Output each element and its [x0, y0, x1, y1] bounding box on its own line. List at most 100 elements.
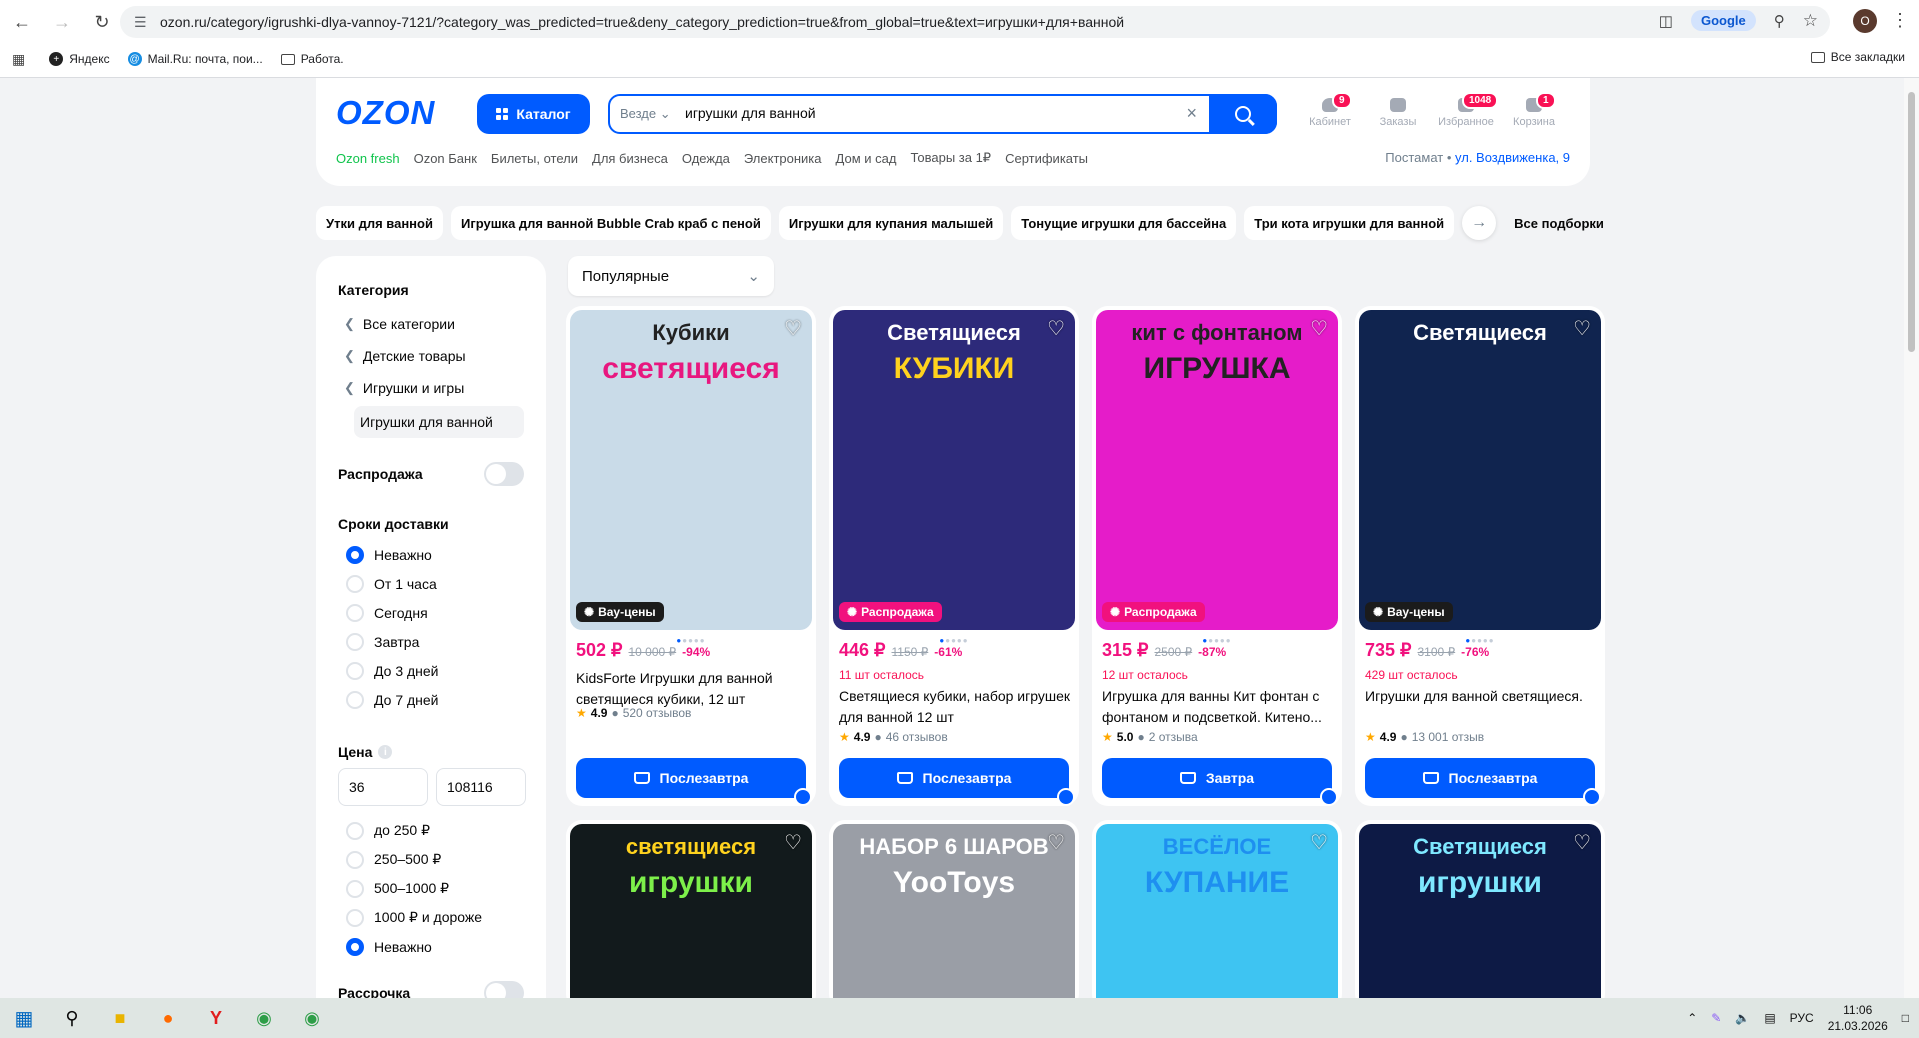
ozon-logo[interactable]: OZON [336, 94, 435, 132]
profile-avatar[interactable]: O [1853, 9, 1877, 33]
product-name[interactable]: KidsForte Игрушки для ванной светящиеся … [576, 668, 808, 710]
subnav-ozon-bank[interactable]: Ozon Банк [414, 151, 477, 166]
category-link[interactable]: ❮ Детские товары [338, 340, 524, 372]
delivery-option[interactable]: Сегодня [338, 598, 524, 627]
product-card[interactable]: Кубики светящиеся ♡ ✺ Вау-цены ●●●●● 502 ₽10 0… [566, 306, 816, 806]
heart-icon[interactable]: ♡ [784, 316, 802, 341]
all-selections-link[interactable]: Все подборки [1504, 206, 1614, 240]
product-image[interactable]: светящиеся игрушки ♡ [570, 824, 812, 1010]
product-image[interactable]: Светящиеся КУБИКИ ♡ ✺ Распродажа [833, 310, 1075, 630]
all-bookmarks[interactable]: Все закладки [1810, 50, 1905, 64]
price-option[interactable]: Неважно [338, 932, 524, 961]
chip[interactable]: Тонущие игрушки для бассейна [1011, 206, 1237, 240]
heart-icon[interactable]: ♡ [1573, 316, 1591, 341]
price-option[interactable]: 250–500 ₽ [338, 845, 524, 874]
price-option[interactable]: 500–1000 ₽ [338, 874, 524, 903]
bookmark-folder-work[interactable]: Работа. [280, 52, 344, 66]
add-to-cart-button[interactable]: Послезавтра [839, 758, 1069, 798]
windows-start-icon[interactable]: ▦ [0, 998, 48, 1038]
bookmark-yandex[interactable]: + Яндекс [49, 52, 110, 66]
product-image[interactable]: Кубики светящиеся ♡ ✺ Вау-цены [570, 310, 812, 630]
forward-icon[interactable]: → [44, 4, 80, 40]
zoom-icon[interactable]: ⚲ [1774, 12, 1785, 30]
delivery-option[interactable]: До 7 дней [338, 685, 524, 714]
bookmark-mailru[interactable]: @ Mail.Ru: почта, пои... [127, 52, 263, 66]
current-category[interactable]: Игрушки для ванной [354, 406, 524, 438]
subnav-goods-1rub[interactable]: Товары за 1₽ [910, 150, 991, 166]
subnav-electronics[interactable]: Электроника [744, 151, 822, 166]
add-to-cart-button[interactable]: Завтра [1102, 758, 1332, 798]
subnav-tickets[interactable]: Билеты, отели [491, 151, 578, 166]
orders-link[interactable]: Заказы [1364, 96, 1432, 128]
page-scrollbar[interactable] [1904, 78, 1919, 1000]
delivery-address[interactable]: Постамат • ул. Воздвиженка, 9 [1385, 150, 1570, 165]
address-bar[interactable]: ☰ ozon.ru/category/igrushki-dlya-vannoy-… [120, 6, 1830, 38]
chip[interactable]: Игрушка для ванной Bubble Crab краб с пе… [450, 206, 771, 240]
heart-icon[interactable]: ♡ [1047, 316, 1065, 341]
search-icon[interactable]: ⚲ [48, 998, 96, 1038]
browser-menu-icon[interactable]: ⋮ [1891, 10, 1909, 31]
volume-icon[interactable]: 🔈 [1735, 1011, 1750, 1025]
firefox-icon[interactable]: ● [144, 998, 192, 1038]
price-option[interactable]: 1000 ₽ и дороже [338, 903, 524, 932]
chevron-up-icon[interactable]: ⌃ [1687, 1011, 1697, 1025]
chevron-right-icon[interactable]: → [1462, 206, 1497, 240]
heart-icon[interactable]: ♡ [1310, 316, 1328, 341]
product-image[interactable]: ВЕСЁЛОЕ КУПАНИЕ ♡ [1096, 824, 1338, 1010]
subnav-certificates[interactable]: Сертификаты [1005, 151, 1088, 166]
favorites-link[interactable]: 1048 Избранное [1432, 92, 1500, 128]
product-card[interactable]: Светящиеся КУБИКИ ♡ ✺ Распродажа ●●●●● 446 ₽11… [829, 306, 1079, 806]
delivery-option[interactable]: От 1 часа [338, 569, 524, 598]
bookmark-star-icon[interactable]: ☆ [1803, 11, 1818, 31]
heart-icon[interactable]: ♡ [1047, 830, 1065, 855]
chip[interactable]: Три кота игрушки для ванной [1244, 206, 1455, 240]
product-card[interactable]: Светящиеся ♡ ✺ Вау-цены ●●●●● 735 ₽3100 ₽ -76%… [1355, 306, 1605, 806]
clear-icon[interactable]: × [1186, 103, 1197, 124]
language-indicator[interactable]: РУС [1790, 1011, 1814, 1025]
chrome-icon[interactable]: ◉ [240, 998, 288, 1038]
product-card[interactable]: светящиеся игрушки ♡ [566, 820, 816, 1010]
subnav-clothes[interactable]: Одежда [682, 151, 730, 166]
product-image[interactable]: НАБОР 6 ШАРОВ YooToys ♡ [833, 824, 1075, 1010]
price-min-input[interactable] [338, 768, 428, 806]
product-image[interactable]: Светящиеся ♡ ✺ Вау-цены [1359, 310, 1601, 630]
add-to-cart-button[interactable]: Послезавтра [576, 758, 806, 798]
product-card[interactable]: кит с фонтаном ИГРУШКА ♡ ✺ Распродажа ●●●●● 31… [1092, 306, 1342, 806]
clock[interactable]: 11:06 21.03.2026 [1828, 1002, 1888, 1034]
delivery-option[interactable]: До 3 дней [338, 656, 524, 685]
reload-icon[interactable]: ↻ [84, 4, 120, 40]
search-button[interactable] [1209, 94, 1277, 134]
subnav-home-garden[interactable]: Дом и сад [836, 151, 897, 166]
site-info-icon[interactable]: ☰ [134, 14, 147, 31]
product-card[interactable]: ВЕСЁЛОЕ КУПАНИЕ ♡ [1092, 820, 1342, 1010]
category-link[interactable]: ❮ Все категории [338, 308, 524, 340]
cart-link[interactable]: 1 Корзина [1500, 92, 1568, 128]
search-input[interactable]: игрушки для ванной [685, 105, 816, 121]
heart-icon[interactable]: ♡ [784, 830, 802, 855]
product-card[interactable]: НАБОР 6 ШАРОВ YooToys ♡ [829, 820, 1079, 1010]
rating[interactable]: ★ 4.9 ● 46 отзывов [839, 730, 948, 744]
subnav-business[interactable]: Для бизнеса [592, 151, 668, 166]
price-option[interactable]: до 250 ₽ [338, 816, 524, 845]
back-icon[interactable]: ← [4, 4, 40, 40]
subnav-ozon-fresh[interactable]: Ozon fresh [336, 151, 400, 166]
product-name[interactable]: Игрушка для ванны Кит фонтан с фонтаном … [1102, 686, 1334, 728]
heart-icon[interactable]: ♡ [1310, 830, 1328, 855]
product-name[interactable]: Игрушки для ванной светящиеся. [1365, 686, 1597, 728]
account-link[interactable]: 9 Кабинет [1296, 92, 1364, 128]
product-image[interactable]: кит с фонтаном ИГРУШКА ♡ ✺ Распродажа [1096, 310, 1338, 630]
sort-dropdown[interactable]: Популярные ⌄ [568, 256, 774, 296]
rating[interactable]: ★ 4.9 ● 13 001 отзыв [1365, 730, 1484, 744]
pen-icon[interactable]: ✎ [1711, 1011, 1721, 1025]
yandex-browser-icon[interactable]: Y [192, 998, 240, 1038]
rating[interactable]: ★ 5.0 ● 2 отзыва [1102, 730, 1198, 744]
price-max-input[interactable] [436, 768, 526, 806]
info-icon[interactable]: i [378, 745, 393, 759]
product-card[interactable]: Светящиеся игрушки ♡ [1355, 820, 1605, 1010]
chip[interactable]: Утки для ванной [316, 206, 443, 240]
rating[interactable]: ★ 4.9 ● 520 отзывов [576, 706, 691, 720]
heart-icon[interactable]: ♡ [1573, 830, 1591, 855]
category-link[interactable]: ❮ Игрушки и игры [338, 372, 524, 404]
scroll-thumb[interactable] [1908, 92, 1915, 352]
sale-toggle[interactable] [484, 462, 524, 486]
